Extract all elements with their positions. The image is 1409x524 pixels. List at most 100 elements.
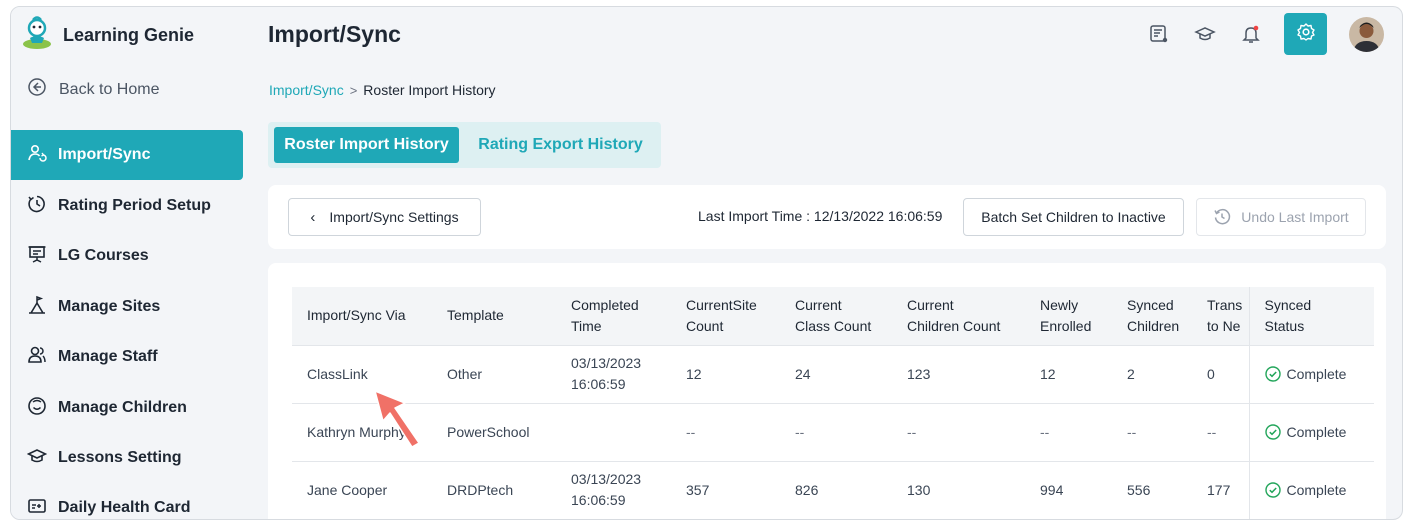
cell-status: Complete	[1248, 345, 1375, 403]
toolbar-card: ‹ Import/Sync Settings Last Import Time …	[268, 185, 1386, 249]
settings-button[interactable]	[1284, 13, 1327, 55]
cell-newly-enrolled: 994	[1040, 481, 1064, 498]
undo-clock-icon	[1213, 208, 1231, 226]
sidebar-item-lg-courses[interactable]: LG Courses	[11, 231, 243, 281]
brand[interactable]: Learning Genie	[22, 15, 195, 55]
cell-class-count: --	[795, 423, 805, 440]
cell-via: Jane Cooper	[307, 481, 388, 498]
smiley-icon	[27, 396, 47, 421]
tab-rating-export-history[interactable]: Rating Export History	[468, 127, 653, 163]
cell-template: Other	[447, 365, 483, 382]
cell-site-count: --	[686, 423, 696, 440]
sidebar-item-label: LG Courses	[58, 247, 149, 264]
cell-completed-time: 03/13/2023 16:06:59	[571, 471, 642, 509]
sidebar-item-manage-children[interactable]: Manage Children	[11, 383, 243, 433]
presentation-icon	[27, 244, 47, 269]
cell-status: Complete	[1248, 461, 1375, 519]
sidebar-item-manage-sites[interactable]: Manage Sites	[11, 282, 243, 332]
last-import-time: Last Import Time : 12/13/2022 16:06:59	[698, 208, 943, 224]
status-badge: Complete	[1264, 480, 1375, 501]
back-circle-icon	[27, 77, 47, 102]
sidebar-item-label: Rating Period Setup	[58, 197, 211, 214]
bell-icon[interactable]	[1238, 21, 1264, 47]
cell-site-count: 357	[686, 481, 710, 498]
table-header-row: Import/Sync Via Template Completed Time C…	[292, 287, 1374, 345]
cell-class-count: 826	[795, 481, 819, 498]
sidebar-item-daily-health-card[interactable]: Daily Health Card	[11, 483, 243, 520]
column-header-synced-status: Synced Status	[1248, 287, 1374, 345]
history-tabs: Roster Import History Rating Export Hist…	[268, 122, 661, 168]
sidebar: Learning Genie Back to Home Import/Sync …	[11, 7, 254, 520]
cell-synced-children: 556	[1127, 481, 1151, 498]
column-header-current-children-count: Current Children Count	[907, 296, 1001, 334]
sidebar-item-label: Manage Sites	[58, 298, 161, 315]
check-circle-icon	[1264, 482, 1281, 498]
column-header-current-site-count: CurrentSite Count	[686, 296, 757, 334]
check-circle-icon	[1264, 366, 1281, 382]
column-header-transferred: Trans to Ne	[1207, 296, 1243, 334]
app-name: Learning Genie	[63, 24, 195, 45]
breadcrumb: Import/Sync > Roster Import History	[269, 82, 496, 98]
table-row[interactable]: ClassLink Other 03/13/2023 16:06:59 12 24…	[292, 345, 1374, 403]
column-header-current-class-count: Current Class Count	[795, 296, 872, 334]
breadcrumb-separator: >	[349, 82, 358, 98]
app-window: Learning Genie Back to Home Import/Sync …	[10, 6, 1403, 520]
staff-icon	[27, 345, 47, 370]
page-title: Import/Sync	[268, 21, 401, 47]
breadcrumb-link-import-sync[interactable]: Import/Sync	[269, 82, 344, 98]
status-badge: Complete	[1264, 422, 1375, 443]
clock-icon	[27, 194, 47, 219]
sidebar-item-label: Daily Health Card	[58, 499, 191, 516]
column-header-template: Template	[447, 307, 504, 324]
sidebar-item-manage-staff[interactable]: Manage Staff	[11, 332, 243, 382]
batch-set-inactive-button[interactable]: Batch Set Children to Inactive	[963, 198, 1184, 236]
cell-class-count: 24	[795, 365, 811, 382]
undo-last-import-button[interactable]: Undo Last Import	[1196, 198, 1366, 236]
sidebar-item-import-sync[interactable]: Import/Sync	[11, 130, 243, 180]
check-circle-icon	[1264, 424, 1281, 440]
health-card-icon	[27, 496, 47, 520]
column-header-completed-time: Completed Time	[571, 296, 639, 334]
gear-icon	[1296, 22, 1316, 47]
pointer-arrow-icon	[374, 390, 420, 448]
status-badge: Complete	[1264, 364, 1375, 385]
cell-template: PowerSchool	[447, 423, 530, 440]
import-history-table-card: Import/Sync Via Template Completed Time C…	[268, 263, 1386, 519]
sidebar-item-rating-period-setup[interactable]: Rating Period Setup	[11, 181, 243, 231]
cell-children-count: --	[907, 423, 917, 440]
learning-genie-logo-icon	[22, 15, 52, 55]
tab-roster-import-history[interactable]: Roster Import History	[274, 127, 459, 163]
sidebar-item-lessons-setting[interactable]: Lessons Setting	[11, 433, 243, 483]
sidebar-item-label: Manage Staff	[58, 348, 158, 365]
back-to-home-link[interactable]: Back to Home	[27, 77, 159, 102]
cell-children-count: 130	[907, 481, 931, 498]
avatar[interactable]	[1349, 16, 1384, 52]
import-sync-settings-label: Import/Sync Settings	[329, 209, 459, 225]
table-row[interactable]: Jane Cooper DRDPtech 03/13/2023 16:06:59 …	[292, 461, 1374, 519]
users-sync-icon	[27, 143, 47, 168]
message-icon[interactable]	[1146, 21, 1172, 47]
table-row[interactable]: Kathryn Murphy PowerSchool -- -- -- -- -…	[292, 403, 1374, 461]
back-to-home-label: Back to Home	[59, 80, 160, 98]
column-header-import-sync-via: Import/Sync Via	[307, 307, 406, 324]
undo-last-import-label: Undo Last Import	[1241, 209, 1349, 225]
cell-transferred: --	[1207, 423, 1217, 440]
column-header-synced-children: Synced Children	[1127, 296, 1180, 334]
cell-synced-children: --	[1127, 423, 1137, 440]
import-sync-settings-button[interactable]: ‹ Import/Sync Settings	[288, 198, 481, 236]
import-history-table: Import/Sync Via Template Completed Time C…	[292, 287, 1374, 519]
cell-completed-time: 03/13/2023 16:06:59	[571, 355, 642, 392]
cell-transferred: 177	[1207, 481, 1231, 498]
graduation-cap-icon	[26, 446, 48, 471]
cell-site-count: 12	[686, 365, 702, 382]
chevron-left-icon: ‹	[310, 208, 316, 226]
sidebar-item-label: Lessons Setting	[58, 449, 182, 466]
cell-newly-enrolled: 12	[1040, 365, 1056, 382]
cell-children-count: 123	[907, 365, 931, 382]
cell-status: Complete	[1248, 403, 1375, 461]
building-icon	[27, 295, 47, 320]
breadcrumb-current: Roster Import History	[363, 82, 496, 98]
graduation-cap-icon[interactable]	[1192, 21, 1218, 47]
cell-newly-enrolled: --	[1040, 423, 1050, 440]
column-header-newly-enrolled: Newly Enrolled	[1040, 296, 1092, 334]
